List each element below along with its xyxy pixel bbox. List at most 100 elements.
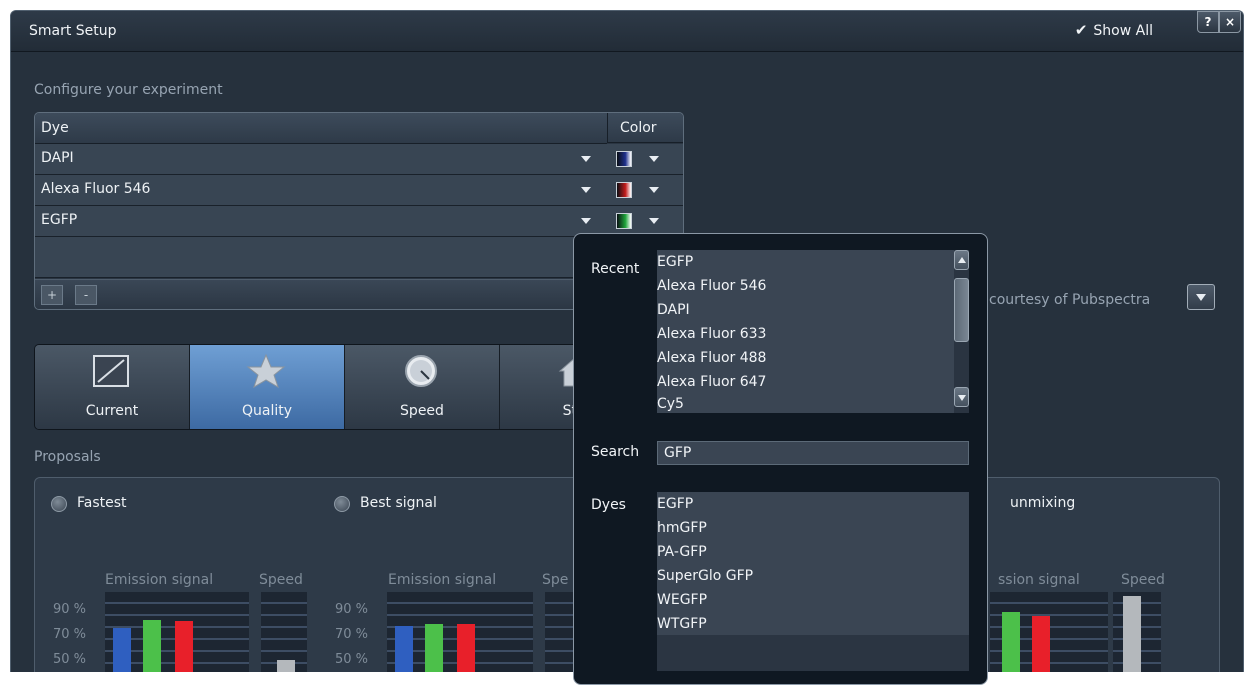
gridline xyxy=(990,602,1108,604)
speed-chart xyxy=(261,592,307,672)
color-dropdown-icon[interactable] xyxy=(649,156,659,162)
bar-gray xyxy=(277,660,295,672)
dye-dropdown-icon[interactable] xyxy=(581,187,591,193)
recent-item[interactable]: Alexa Fluor 633 xyxy=(657,326,766,342)
emission-chart xyxy=(387,592,533,672)
scroll-up-button[interactable] xyxy=(954,250,969,270)
show-all-label: Show All xyxy=(1093,23,1153,39)
gridline xyxy=(387,602,533,604)
color-swatch xyxy=(616,213,632,229)
dye-result-item[interactable]: SuperGlo GFP xyxy=(657,568,753,584)
fastest-radio[interactable] xyxy=(51,496,67,512)
speed-chart xyxy=(1113,592,1161,672)
recent-item[interactable]: Alexa Fluor 488 xyxy=(657,350,766,366)
mode-label: Quality xyxy=(241,403,293,419)
checkmark-icon: ✔ xyxy=(1074,21,1088,39)
recent-item[interactable]: Cy5 xyxy=(657,396,684,412)
mode-label: Current xyxy=(85,403,139,419)
dyes-label: Dyes xyxy=(591,497,626,513)
table-row[interactable]: DAPI xyxy=(35,144,683,175)
percent-50-label: 50 % xyxy=(53,652,87,667)
emission-signal-header-partial: ssion signal xyxy=(998,572,1080,588)
dye-name: DAPI xyxy=(41,150,74,166)
dye-result-item[interactable]: WTGFP xyxy=(657,616,707,632)
arrow-down-icon xyxy=(958,395,966,401)
bar-red xyxy=(457,624,475,672)
color-swatch xyxy=(616,182,632,198)
scroll-thumb[interactable] xyxy=(954,278,969,342)
spectra-dropdown-button[interactable] xyxy=(1187,284,1215,310)
speed-header: Speed xyxy=(1121,572,1165,588)
gridline xyxy=(261,650,307,652)
close-button[interactable]: × xyxy=(1219,11,1241,33)
percent-70-label: 70 % xyxy=(335,627,369,642)
remove-dye-button[interactable]: - xyxy=(75,285,97,305)
recent-item[interactable]: Alexa Fluor 546 xyxy=(657,278,766,294)
bar-green xyxy=(143,620,161,672)
recent-item[interactable]: EGFP xyxy=(657,254,693,270)
gridline xyxy=(105,614,249,616)
spectra-courtesy-note: courtesy of Pubspectra xyxy=(989,292,1151,308)
bar-blue xyxy=(395,626,413,672)
star-icon xyxy=(246,353,286,389)
best-signal-radio[interactable] xyxy=(334,496,350,512)
bar-red xyxy=(175,621,193,672)
mode-current-button[interactable]: Current xyxy=(35,345,190,429)
dye-results-list[interactable]: EGFP hmGFP PA-GFP SuperGlo GFP WEGFP WTG… xyxy=(657,492,969,635)
show-all-toggle[interactable]: ✔ Show All xyxy=(1075,21,1153,39)
current-mode-icon xyxy=(93,355,129,387)
bar-blue xyxy=(113,628,131,672)
dye-dropdown-icon[interactable] xyxy=(581,156,591,162)
dye-name: EGFP xyxy=(41,212,78,228)
dye-result-item[interactable]: PA-GFP xyxy=(657,544,707,560)
emission-chart xyxy=(990,592,1108,672)
help-button[interactable]: ? xyxy=(1197,11,1219,33)
search-label: Search xyxy=(591,444,640,460)
dye-result-item[interactable]: hmGFP xyxy=(657,520,707,536)
dye-result-item[interactable]: EGFP xyxy=(657,496,693,512)
window-controls: ? × xyxy=(1197,11,1241,33)
bar-green xyxy=(1002,612,1020,672)
mode-selector: Current Quality Speed Star xyxy=(34,344,596,430)
table-row[interactable]: Alexa Fluor 546 xyxy=(35,175,683,206)
fastest-label: Fastest xyxy=(77,495,127,511)
percent-50-label: 50 % xyxy=(335,652,369,667)
gridline xyxy=(261,602,307,604)
percent-70-label: 70 % xyxy=(53,627,87,642)
color-dropdown-icon[interactable] xyxy=(649,218,659,224)
color-swatch xyxy=(616,151,632,167)
gridline xyxy=(261,626,307,628)
mode-quality-button[interactable]: Quality xyxy=(190,345,345,429)
mode-speed-button[interactable]: Speed xyxy=(345,345,500,429)
emission-signal-header: Emission signal xyxy=(388,572,497,588)
search-input[interactable] xyxy=(657,441,969,465)
percent-90-label: 90 % xyxy=(53,602,87,617)
recent-list[interactable]: EGFP Alexa Fluor 546 DAPI Alexa Fluor 63… xyxy=(657,250,954,413)
dye-name: Alexa Fluor 546 xyxy=(41,181,151,197)
gridline xyxy=(261,638,307,640)
gridline xyxy=(387,614,533,616)
dye-result-item[interactable]: WEGFP xyxy=(657,592,707,608)
best-signal-label: Best signal xyxy=(360,495,437,511)
gridline xyxy=(261,614,307,616)
percent-90-label: 90 % xyxy=(335,602,369,617)
title-bar: Smart Setup ✔ Show All ? × xyxy=(11,11,1243,52)
speed-header: Speed xyxy=(259,572,303,588)
recent-item[interactable]: DAPI xyxy=(657,302,690,318)
speed-header-partial: Spe xyxy=(542,572,569,588)
bar-green xyxy=(425,624,443,672)
recent-scrollbar[interactable] xyxy=(954,250,969,413)
dye-dropdown-icon[interactable] xyxy=(581,218,591,224)
window-title: Smart Setup xyxy=(29,23,117,39)
scroll-down-button[interactable] xyxy=(954,387,969,407)
color-dropdown-icon[interactable] xyxy=(649,187,659,193)
recent-label: Recent xyxy=(591,261,640,277)
color-column-header: Color xyxy=(607,113,683,143)
bar-red xyxy=(1032,616,1050,672)
arrow-up-icon xyxy=(958,257,966,263)
emission-chart xyxy=(105,592,249,672)
recent-item[interactable]: Alexa Fluor 647 xyxy=(657,374,766,390)
unmixing-label: unmixing xyxy=(1010,495,1076,511)
add-dye-button[interactable]: + xyxy=(41,285,63,305)
gridline xyxy=(105,602,249,604)
